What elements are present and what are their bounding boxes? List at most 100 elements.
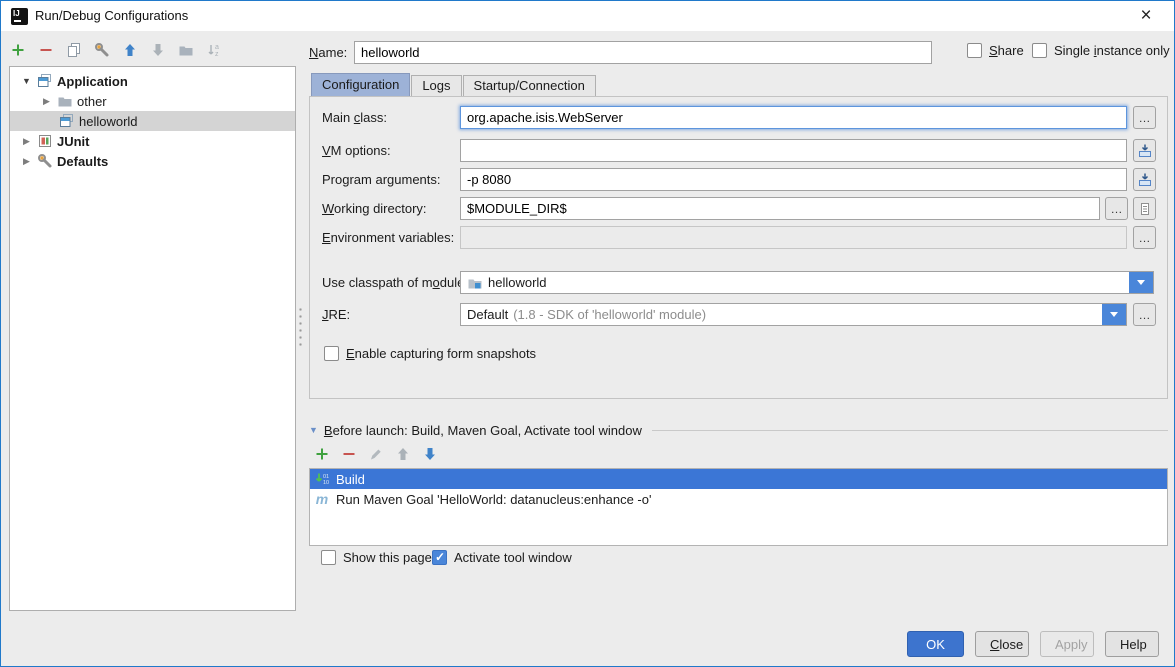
single-instance-checkbox[interactable]: Single instance only bbox=[1032, 43, 1170, 58]
working-directory-row: Working directory: … bbox=[310, 197, 1167, 221]
checkbox-box[interactable] bbox=[1032, 43, 1047, 58]
ellipsis-icon: … bbox=[1139, 308, 1151, 322]
edit-defaults-button[interactable] bbox=[93, 41, 111, 59]
checkbox-box[interactable] bbox=[321, 550, 336, 565]
classpath-combobox[interactable]: helloworld bbox=[460, 271, 1154, 294]
working-directory-label: Working directory: bbox=[322, 201, 427, 216]
tree-item-application[interactable]: ▼ Application bbox=[10, 71, 295, 91]
tab-logs[interactable]: Logs bbox=[411, 75, 461, 96]
tree-item-other[interactable]: ▶ other bbox=[10, 91, 295, 111]
tab-bar: Configuration Logs Startup/Connection bbox=[311, 73, 597, 96]
before-launch-header: ▼ Before launch: Build, Maven Goal, Acti… bbox=[309, 422, 1168, 438]
edit-task-button[interactable] bbox=[367, 445, 385, 463]
edit-environment-variables-button[interactable]: … bbox=[1133, 226, 1156, 249]
chevron-right-icon[interactable]: ▶ bbox=[20, 156, 33, 167]
edit-pencil-icon bbox=[368, 446, 384, 462]
single-instance-label: Single instance only bbox=[1054, 43, 1170, 58]
copy-configuration-button[interactable] bbox=[65, 41, 83, 59]
show-this-page-checkbox[interactable]: Show this page bbox=[321, 550, 432, 565]
tree-item-label: other bbox=[77, 94, 107, 109]
chevron-down-icon[interactable]: ▼ bbox=[309, 425, 318, 435]
checkbox-box[interactable] bbox=[967, 43, 982, 58]
environment-variables-row: Environment variables: … bbox=[310, 226, 1167, 250]
configurations-tree: ▼ Application ▶ other helloworld ▶ bbox=[9, 66, 296, 611]
macros-button[interactable] bbox=[1133, 197, 1156, 220]
ellipsis-icon: … bbox=[1139, 231, 1151, 245]
add-task-button[interactable] bbox=[313, 445, 331, 463]
tab-configuration[interactable]: Configuration bbox=[311, 73, 410, 96]
tree-item-junit[interactable]: ▶ JUnit bbox=[10, 131, 295, 151]
environment-variables-input[interactable] bbox=[460, 226, 1127, 249]
expand-field-icon bbox=[1137, 143, 1153, 159]
task-item-label: Run Maven Goal 'HelloWorld: datanucleus:… bbox=[336, 492, 651, 507]
share-label: Share bbox=[989, 43, 1024, 58]
run-debug-configurations-dialog: IJ Run/Debug Configurations × bbox=[0, 0, 1175, 667]
checkbox-box[interactable] bbox=[324, 346, 339, 361]
name-input[interactable] bbox=[354, 41, 932, 64]
before-launch-task-list: 01 10 Build m Run Maven Goal 'HelloWorld… bbox=[309, 468, 1168, 546]
tree-item-defaults[interactable]: ▶ Defaults bbox=[10, 151, 295, 171]
folder-icon bbox=[178, 42, 194, 58]
sort-configurations-button[interactable]: a z bbox=[205, 41, 223, 59]
wrench-icon bbox=[94, 42, 110, 58]
add-icon bbox=[10, 42, 26, 58]
move-up-button[interactable] bbox=[121, 41, 139, 59]
chevron-down-icon bbox=[1137, 280, 1145, 285]
jre-value: Default bbox=[467, 307, 508, 322]
sort-alphabetically-icon: a z bbox=[206, 42, 222, 58]
tree-item-helloworld[interactable]: helloworld bbox=[10, 111, 295, 131]
window-close-button[interactable]: × bbox=[1126, 1, 1166, 31]
share-checkbox[interactable]: Share bbox=[967, 43, 1024, 58]
task-item-maven-goal[interactable]: m Run Maven Goal 'HelloWorld: datanucleu… bbox=[310, 489, 1167, 509]
browse-jre-button[interactable]: … bbox=[1133, 303, 1156, 326]
maven-icon: m bbox=[314, 491, 330, 507]
document-icon bbox=[1137, 201, 1153, 217]
help-button[interactable]: Help bbox=[1105, 631, 1159, 657]
activate-tool-window-label: Activate tool window bbox=[454, 550, 572, 565]
apply-button[interactable]: Apply bbox=[1040, 631, 1094, 657]
browse-main-class-button[interactable]: … bbox=[1133, 106, 1156, 129]
jre-combobox[interactable]: Default (1.8 - SDK of 'helloworld' modul… bbox=[460, 303, 1127, 326]
activate-tool-window-checkbox[interactable]: Activate tool window bbox=[432, 550, 572, 565]
expand-vm-options-button[interactable] bbox=[1133, 139, 1156, 162]
main-class-label: Main class: bbox=[322, 110, 387, 125]
vm-options-input[interactable] bbox=[460, 139, 1127, 162]
add-configuration-button[interactable] bbox=[9, 41, 27, 59]
task-item-build[interactable]: 01 10 Build bbox=[310, 469, 1167, 489]
chevron-right-icon[interactable]: ▶ bbox=[40, 96, 53, 107]
browse-working-directory-button[interactable]: … bbox=[1105, 197, 1128, 220]
main-class-input[interactable] bbox=[460, 106, 1127, 129]
ok-button[interactable]: OK bbox=[907, 631, 964, 657]
tree-item-label: Defaults bbox=[57, 154, 108, 169]
before-launch-title: Before launch: Build, Maven Goal, Activa… bbox=[324, 423, 642, 438]
chevron-down-icon[interactable]: ▼ bbox=[20, 76, 33, 86]
classpath-value: helloworld bbox=[488, 275, 547, 290]
program-arguments-input[interactable] bbox=[460, 168, 1127, 191]
chevron-right-icon[interactable]: ▶ bbox=[20, 136, 33, 147]
tree-item-label: JUnit bbox=[57, 134, 90, 149]
remove-configuration-button[interactable] bbox=[37, 41, 55, 59]
close-button[interactable]: Close bbox=[975, 631, 1029, 657]
move-down-icon bbox=[150, 42, 166, 58]
form-snapshots-checkbox[interactable]: Enable capturing form snapshots bbox=[324, 346, 536, 361]
folder-icon bbox=[57, 93, 73, 109]
remove-task-button[interactable] bbox=[340, 445, 358, 463]
classpath-dropdown-button[interactable] bbox=[1129, 272, 1153, 293]
move-down-icon bbox=[422, 446, 438, 462]
application-icon bbox=[37, 73, 53, 89]
working-directory-input[interactable] bbox=[460, 197, 1100, 220]
copy-icon bbox=[66, 42, 82, 58]
jre-dropdown-button[interactable] bbox=[1102, 304, 1126, 325]
splitter-handle[interactable] bbox=[298, 306, 303, 346]
tree-item-label: Application bbox=[57, 74, 128, 89]
logo-underscore bbox=[14, 20, 21, 22]
before-launch-toolbar bbox=[313, 445, 439, 463]
move-down-button[interactable] bbox=[149, 41, 167, 59]
checkbox-box[interactable] bbox=[432, 550, 447, 565]
expand-program-arguments-button[interactable] bbox=[1133, 168, 1156, 191]
create-folder-button[interactable] bbox=[177, 41, 195, 59]
move-task-up-button[interactable] bbox=[394, 445, 412, 463]
move-task-down-button[interactable] bbox=[421, 445, 439, 463]
svg-text:10: 10 bbox=[323, 480, 329, 486]
tab-startup-connection[interactable]: Startup/Connection bbox=[463, 75, 596, 96]
